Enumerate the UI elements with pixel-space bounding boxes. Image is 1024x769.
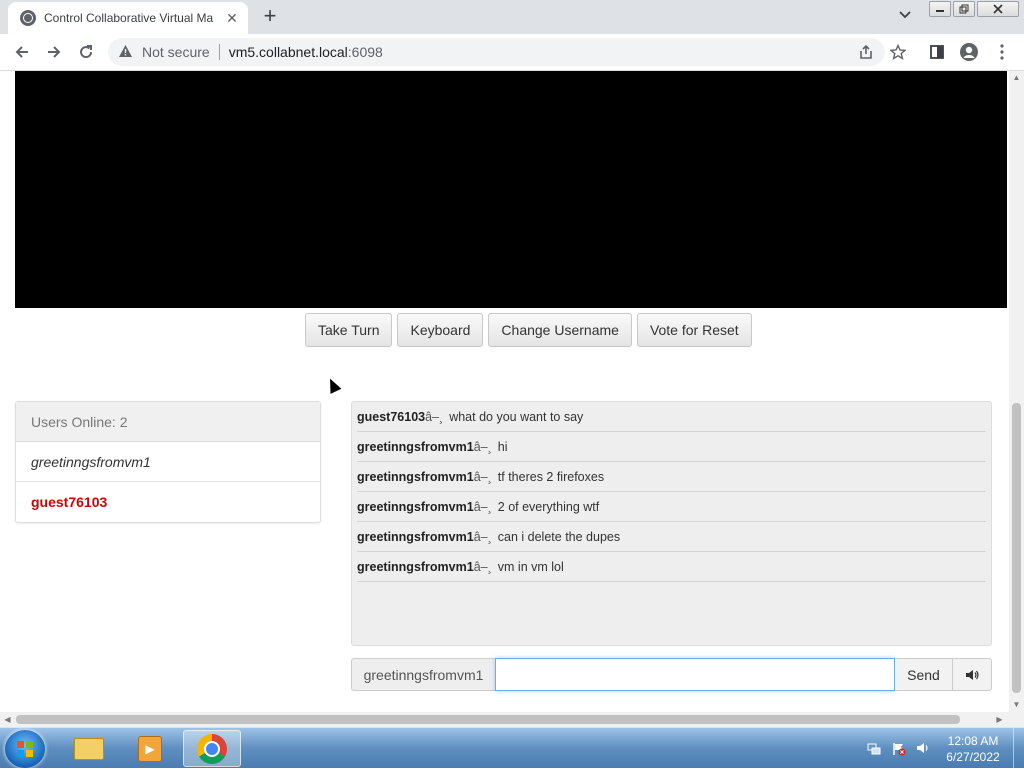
mouse-cursor-icon — [324, 376, 342, 394]
chat-username: guest76103 — [357, 409, 426, 424]
scroll-thumb[interactable] — [1012, 403, 1021, 693]
explorer-taskbar-button[interactable] — [60, 730, 118, 767]
chat-username-addon: greetinngsfromvm1 — [351, 658, 495, 691]
address-bar[interactable]: Not secure vm5.collabnet.local:6098 — [108, 38, 885, 66]
chat-username: greetinngsfromvm1 — [357, 469, 474, 484]
chat-message: guest76103 â–¸ what do you want to say — [357, 402, 986, 432]
chat-text: can i delete the dupes — [497, 529, 621, 544]
chat-message: greetinngsfromvm1 â–¸ tf theres 2 firefoxe… — [357, 462, 986, 492]
speaker-icon[interactable] — [953, 658, 992, 691]
chrome-taskbar-button[interactable] — [183, 730, 241, 767]
url-port: :6098 — [347, 44, 383, 60]
clock-date: 6/27/2022 — [946, 750, 1000, 764]
minimize-window-button[interactable] — [929, 1, 951, 17]
chat-text: hi — [497, 439, 508, 454]
users-online-heading: Users Online: 2 — [16, 402, 320, 442]
chat-separator: â–¸ — [473, 469, 492, 484]
taskbar: ▶ 12:08 AM 6/27/2022 — [0, 727, 1024, 769]
user-list-item-self: guest76103 — [31, 494, 108, 510]
browser-toolbar: Not secure vm5.collabnet.local:6098 — [0, 34, 1024, 71]
share-icon[interactable] — [856, 42, 876, 62]
scroll-left-icon[interactable]: ◀ — [0, 712, 15, 727]
globe-icon — [20, 10, 36, 26]
horizontal-scrollbar[interactable]: ◀ ▶ — [0, 712, 1024, 727]
close-window-button[interactable] — [977, 1, 1019, 17]
chat-username: greetinngsfromvm1 — [357, 559, 474, 574]
tab-strip: Control Collaborative Virtual Ma ✕ + — [0, 0, 1024, 34]
system-clock[interactable]: 12:08 AM 6/27/2022 — [940, 733, 1006, 765]
chat-message: greetinngsfromvm1 â–¸ 2 of everything wtf — [357, 492, 986, 522]
send-button[interactable]: Send — [895, 658, 953, 691]
scroll-up-icon[interactable]: ▲ — [1009, 71, 1024, 85]
chrome-icon — [197, 733, 227, 764]
restore-window-button[interactable] — [953, 1, 975, 17]
reload-icon[interactable] — [75, 41, 97, 63]
scroll-thumb[interactable] — [16, 715, 960, 724]
chat-username: greetinngsfromvm1 — [357, 439, 474, 454]
scroll-down-icon[interactable]: ▼ — [1009, 698, 1024, 712]
media-player-taskbar-button[interactable]: ▶ — [121, 730, 179, 767]
vertical-scrollbar[interactable]: ▲ ▼ — [1009, 71, 1024, 712]
chat-separator: â–¸ — [425, 409, 444, 424]
chat-separator: â–¸ — [473, 439, 492, 454]
media-player-icon: ▶ — [138, 735, 162, 762]
clock-time: 12:08 AM — [947, 734, 999, 748]
chat-text: what do you want to say — [449, 409, 584, 424]
network-icon[interactable] — [866, 742, 882, 756]
warning-triangle-icon[interactable] — [118, 44, 134, 61]
chat-message: greetinngsfromvm1 â–¸ can i delete the dup… — [357, 522, 986, 552]
chat-input-group: greetinngsfromvm1 Send — [351, 658, 992, 691]
security-label[interactable]: Not secure — [142, 44, 210, 60]
profile-avatar-icon[interactable] — [959, 42, 979, 62]
bookmark-star-icon[interactable] — [888, 42, 908, 62]
chat-separator: â–¸ — [473, 559, 492, 574]
back-arrow-icon[interactable] — [11, 41, 33, 63]
new-tab-button[interactable]: + — [259, 5, 281, 27]
url-text[interactable]: vm5.collabnet.local:6098 — [229, 44, 383, 60]
keyboard-button[interactable]: Keyboard — [397, 313, 484, 347]
change-username-button[interactable]: Change Username — [488, 313, 632, 347]
action-center-flag-icon[interactable] — [891, 742, 907, 756]
divider — [218, 44, 220, 60]
forward-arrow-icon[interactable] — [43, 41, 65, 63]
take-turn-button[interactable]: Take Turn — [305, 313, 393, 347]
close-tab-icon[interactable]: ✕ — [224, 10, 240, 27]
browser-tab[interactable]: Control Collaborative Virtual Ma ✕ — [8, 2, 248, 34]
scroll-right-icon[interactable]: ▶ — [992, 712, 1007, 727]
tab-search-icon[interactable] — [896, 8, 914, 26]
chat-separator: â–¸ — [473, 499, 492, 514]
chat-username: greetinngsfromvm1 — [357, 529, 474, 544]
volume-icon[interactable] — [915, 742, 931, 756]
chat-message: greetinngsfromvm1 â–¸ hi — [357, 432, 986, 462]
url-host: vm5.collabnet.local — [228, 44, 348, 60]
tab-title: Control Collaborative Virtual Ma — [44, 11, 214, 25]
chat-text: vm in vm lol — [497, 559, 564, 574]
vm-controls: Take Turn Keyboard Change Username Vote … — [305, 313, 752, 347]
folder-icon — [74, 737, 104, 760]
user-list-item: greetinngsfromvm1 — [16, 442, 320, 482]
vm-display[interactable] — [15, 71, 1007, 308]
chat-text: tf theres 2 firefoxes — [497, 469, 605, 484]
vote-for-reset-button[interactable]: Vote for Reset — [636, 313, 752, 347]
users-online-panel: Users Online: 2 greetinngsfromvm1 guest7… — [15, 401, 321, 523]
menu-kebab-icon[interactable] — [992, 42, 1012, 62]
start-button[interactable] — [5, 730, 45, 768]
chat-separator: â–¸ — [473, 529, 492, 544]
show-desktop-button[interactable] — [1013, 728, 1024, 769]
page-viewport: Take Turn Keyboard Change Username Vote … — [0, 71, 1024, 712]
chat-username: greetinngsfromvm1 — [357, 499, 474, 514]
chat-message: greetinngsfromvm1 â–¸ vm in vm lol — [357, 552, 986, 582]
chat-message-input[interactable] — [495, 658, 895, 691]
chat-log[interactable]: guest76103 â–¸ what do you want to say gre… — [351, 401, 992, 646]
side-panel-icon[interactable] — [927, 42, 947, 62]
chat-text: 2 of everything wtf — [497, 499, 600, 514]
